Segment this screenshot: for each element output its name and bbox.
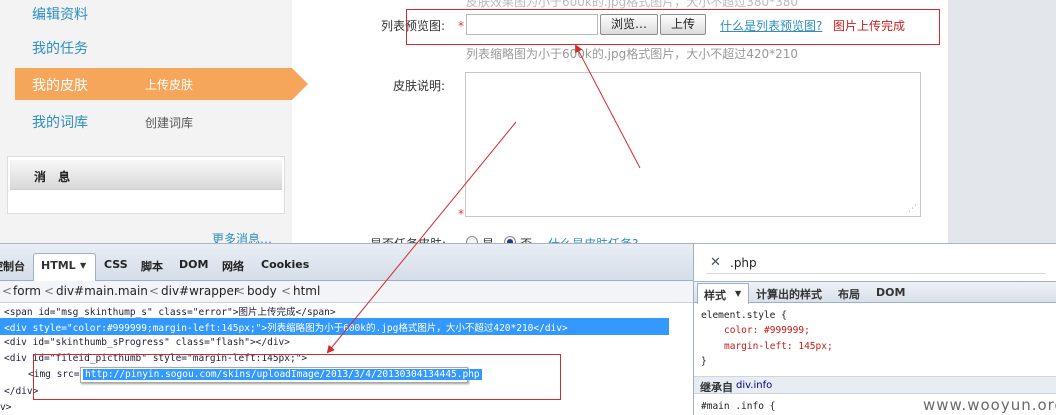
sidebar-item-my-lexicon[interactable]: 我的词库 (32, 112, 88, 132)
crumb-body[interactable]: body (247, 284, 277, 298)
radio-no[interactable] (504, 236, 516, 243)
close-icon[interactable]: ✕ (710, 255, 721, 270)
tab-cookies[interactable]: Cookies (261, 258, 309, 271)
chevron-down-icon[interactable]: ▼ (80, 261, 86, 270)
crumb-html[interactable]: html (293, 284, 320, 298)
web-page: 编辑资料 我的任务 我的皮肤 上传皮肤 我的词库 创建词库 消 息 更多消息… … (0, 0, 1056, 243)
css-prop-color[interactable]: color: #999999; (724, 325, 810, 336)
crumb-form[interactable]: form (13, 284, 41, 298)
radio-yes-label: 是 (482, 235, 494, 243)
css-rule2-selector: #main .info { (701, 401, 776, 412)
annotation-box-bottom (33, 354, 561, 400)
tab-style-label: 样式 (704, 289, 726, 302)
css-rule-close: } (701, 356, 707, 367)
inherited-label: 继承自 (700, 381, 733, 394)
css-rule-selector: element.style { (701, 310, 787, 321)
active-item-arrow (292, 68, 308, 100)
tab-network[interactable]: 网络 (222, 258, 244, 274)
crumb-separator: < (235, 284, 246, 298)
firebug-panel: 控制台 HTML ▼ CSS 脚本 DOM 网络 Cookies < form … (0, 243, 1056, 415)
inherited-from-bar: 继承自 div.info (694, 376, 1056, 394)
skin-description-textarea[interactable]: ⋰ (465, 72, 921, 217)
left-sidebar: 编辑资料 我的任务 我的皮肤 上传皮肤 我的词库 创建词库 消 息 更多消息… (0, 0, 292, 243)
tab-console[interactable]: 控制台 (0, 258, 25, 274)
tab-computed[interactable]: 计算出的样式 (756, 286, 822, 302)
tree-line-span[interactable]: <span id="msg_skinthump_s" class="error"… (4, 304, 336, 318)
sidebar-item-my-skins[interactable]: 我的皮肤 上传皮肤 (15, 68, 292, 100)
search-bar[interactable]: ✕ .php (706, 252, 1046, 274)
tab-dom[interactable]: DOM (179, 258, 208, 271)
crumb-separator: < (44, 284, 55, 298)
search-input[interactable]: .php (730, 256, 757, 270)
sidebar-sub-create-lexicon[interactable]: 创建词库 (145, 114, 193, 131)
tab-style[interactable]: 样式 ▼ (697, 283, 749, 304)
css-prop-margin[interactable]: margin-left: 145px; (724, 341, 833, 352)
watermark: www.wooyun.org (923, 396, 1056, 414)
devtools-tabbar: 控制台 HTML ▼ CSS 脚本 DOM 网络 Cookies (0, 244, 693, 281)
tab-html-label: HTML (41, 259, 76, 272)
tree-line-progress[interactable]: <div id="skinthumb_sProgress" class="fla… (4, 337, 290, 348)
style-side-panel: ✕ .php 样式 ▼ 计算出的样式 布局 DOM element.style … (693, 244, 1056, 415)
breadcrumb: < form < div#main.main < div#wrapper < b… (0, 281, 693, 303)
tree-line-selected[interactable]: <div style="color:#999999;margin-left:14… (0, 318, 669, 335)
annotation-box-top (406, 9, 940, 45)
tab-css[interactable]: CSS (104, 258, 128, 271)
task-label: 是否任务皮肤: (370, 235, 446, 243)
tree-line-outer-close[interactable]: v> (0, 402, 11, 413)
tab-layout[interactable]: 布局 (838, 286, 860, 302)
chevron-down-icon[interactable]: ▼ (735, 289, 741, 298)
radio-yes[interactable] (466, 236, 478, 243)
thumbnail-hint: 列表缩略图为小于600k的.jpg格式图片，大小不超过420*210 (466, 47, 799, 61)
tab-html[interactable]: HTML ▼ (33, 253, 96, 281)
message-box: 消 息 (7, 156, 285, 214)
message-box-header: 消 息 (10, 160, 282, 190)
crumb-separator: < (149, 284, 160, 298)
tab-script[interactable]: 脚本 (141, 258, 163, 274)
sidebar-sub-upload-skin[interactable]: 上传皮肤 (145, 76, 193, 93)
required-mark-desc: * (458, 207, 464, 221)
tree-line-hint-div: <div style="color:#999999;margin-left:14… (4, 323, 568, 334)
crumb-div-main[interactable]: div#main.main (56, 284, 148, 298)
what-is-task-link[interactable]: 什么是皮肤任务? (548, 235, 638, 243)
crumb-div-wrapper[interactable]: div#wrapper (161, 284, 239, 298)
sidebar-item-edit-profile[interactable]: 编辑资料 (32, 4, 88, 24)
desc-label: 皮肤说明: (393, 79, 446, 93)
side-panel-tabbar: 样式 ▼ 计算出的样式 布局 DOM (694, 281, 1056, 304)
more-messages-link[interactable]: 更多消息… (212, 230, 272, 243)
resize-grip-icon[interactable]: ⋰ (908, 204, 918, 214)
radio-no-label: 否 (520, 235, 532, 243)
sidebar-item-my-skins-label[interactable]: 我的皮肤 (32, 75, 88, 95)
page-right-margin (948, 0, 1056, 243)
sidebar-item-my-tasks[interactable]: 我的任务 (32, 38, 88, 58)
message-box-title: 消 息 (34, 170, 75, 184)
crumb-separator: < (2, 284, 13, 298)
crumb-separator: < (281, 284, 292, 298)
tab-dom-side[interactable]: DOM (876, 286, 905, 299)
inherited-selector[interactable]: div.info (736, 380, 772, 391)
